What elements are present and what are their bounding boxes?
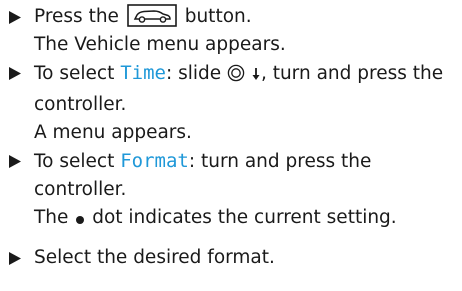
- step-3-result-after: dot indicates the current setting.: [92, 207, 397, 228]
- arrow-down-icon: [251, 63, 261, 91]
- step-1-text-after: button.: [184, 6, 252, 27]
- step-2-result: A menu appears.: [34, 122, 192, 143]
- controller-icon: [227, 63, 245, 91]
- step-3-result-before: The: [34, 207, 69, 228]
- step-3-text-before: To select: [34, 151, 115, 172]
- step-bullet-icon: [9, 59, 23, 87]
- step-bullet-icon: [9, 244, 23, 272]
- instruction-list: Press the button. The Vehicle menu appea…: [6, 3, 458, 272]
- step-4-text: Select the desired format.: [34, 247, 275, 268]
- step-3-result: The dot indicates the current setting.: [34, 204, 458, 235]
- step-1-result: The Vehicle menu appears.: [34, 34, 286, 55]
- dot-icon: [74, 207, 86, 235]
- step-2-text-before: To select: [34, 63, 115, 84]
- step-2-text-mid: : slide: [165, 63, 222, 84]
- step-bullet-icon: [9, 3, 23, 31]
- step-1: Press the button. The Vehicle menu appea…: [6, 3, 458, 59]
- vehicle-button-icon: [127, 4, 177, 27]
- step-bullet-icon: [9, 147, 23, 175]
- step-2: To select Time: slide , turn and press t…: [6, 59, 458, 147]
- step-3: To select Format: turn and press the con…: [6, 147, 458, 235]
- step-4: Select the desired format.: [6, 244, 458, 272]
- step-1-text-before: Press the: [34, 6, 119, 27]
- keyword-time: Time: [120, 62, 166, 84]
- keyword-format: Format: [120, 150, 189, 172]
